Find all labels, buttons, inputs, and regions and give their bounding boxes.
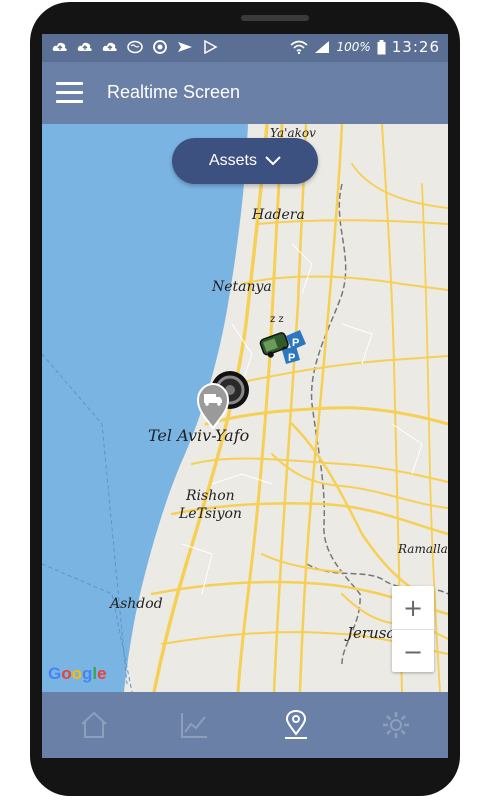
cloud-upload-icon: [77, 42, 92, 51]
location-pin-icon: [285, 709, 307, 739]
map-view[interactable]: Assets Ya'akov Hadera Netanya Tel Aviv-Y…: [42, 124, 448, 692]
map-label-ramalla: Ramalla: [398, 542, 448, 556]
nav-realtime[interactable]: [276, 706, 316, 744]
nav-settings[interactable]: [376, 706, 416, 744]
google-logo: Google: [48, 664, 107, 683]
map-label-ashdod: Ashdod: [110, 596, 163, 612]
notification-icons: [52, 40, 218, 54]
wifi-icon: [290, 40, 308, 54]
zoom-in-button[interactable]: +: [392, 586, 434, 629]
svg-text:P: P: [288, 352, 295, 364]
map-label-netanya: Netanya: [212, 279, 272, 295]
send-icon: [178, 42, 192, 52]
sleeping-vehicle-marker[interactable]: z z P P: [256, 310, 308, 374]
map-pin-icon: [196, 382, 230, 430]
map-label-hadera: Hadera: [252, 207, 305, 223]
brain-icon: [127, 40, 143, 54]
truck-location-marker[interactable]: [194, 366, 250, 434]
bottom-navigation: [42, 692, 448, 758]
map-label-rishon: Rishon: [186, 488, 235, 504]
nav-home[interactable]: [74, 706, 114, 744]
chart-icon: [181, 713, 207, 738]
cloud-upload-icon: [52, 42, 67, 51]
assets-filter-button[interactable]: Assets: [172, 138, 318, 184]
home-icon: [81, 711, 107, 738]
signal-icon: [315, 41, 330, 53]
zoom-out-button[interactable]: −: [392, 630, 434, 673]
status-bar: 100% 13:26: [42, 34, 448, 62]
page-title: Realtime Screen: [107, 82, 241, 102]
clock: 13:26: [391, 38, 440, 56]
cloud-upload-icon: [102, 42, 117, 51]
assets-filter-label: Assets: [208, 152, 257, 169]
battery-percent: 100%: [336, 40, 371, 54]
map-label-letsiyon: LeTsiyon: [179, 506, 242, 522]
gear-icon: [383, 712, 409, 738]
hamburger-icon: [56, 82, 83, 85]
nav-reports[interactable]: [174, 706, 214, 744]
map-label-yakov: Ya'akov: [270, 126, 316, 140]
chevron-down-icon: [265, 156, 281, 166]
menu-button[interactable]: [56, 82, 84, 104]
app-bar: Realtime Screen: [42, 62, 448, 124]
sync-icon: [153, 40, 167, 54]
play-store-icon: [204, 40, 218, 54]
zoom-controls: + −: [392, 586, 434, 672]
sleep-z-icon: z z: [270, 314, 284, 325]
battery-icon: [377, 39, 386, 54]
phone-speaker: [241, 15, 309, 21]
app-screen: 100% 13:26 Realtime Screen Assets Ya'ako…: [42, 34, 448, 758]
system-status: 100% 13:26: [290, 38, 440, 56]
